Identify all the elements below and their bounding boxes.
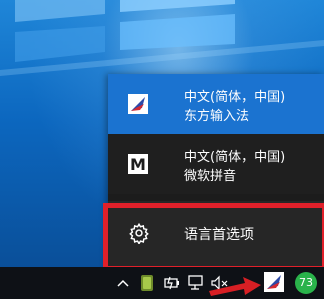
microsoft-ime-glyph: M	[130, 155, 146, 174]
ime-item-dongfang[interactable]: 中文(简体，中国) 东方输入法	[108, 74, 324, 134]
highlight-annotation-box	[103, 203, 324, 271]
network-icon[interactable]	[187, 273, 205, 293]
ime-item-microsoft-label: 中文(简体，中国) 微软拼音	[184, 148, 285, 186]
notification-badge[interactable]: 73	[295, 272, 317, 294]
red-arrow-annotation	[209, 277, 261, 296]
ime-language-name: 中文(简体，中国)	[184, 90, 286, 105]
ime-item-microsoft-pinyin[interactable]: M 中文(简体，中国) 微软拼音	[108, 134, 324, 194]
microsoft-ime-icon: M	[128, 154, 148, 174]
ime-indicator-icon[interactable]	[264, 272, 284, 292]
dongfang-ime-icon	[128, 94, 148, 114]
taskbar	[0, 267, 324, 299]
ime-language-name: 中文(简体，中国)	[184, 150, 286, 165]
ime-method-name: 微软拼音	[184, 169, 237, 184]
app-tray-icon[interactable]	[138, 273, 156, 293]
chevron-up-icon[interactable]	[116, 273, 130, 293]
ime-item-dongfang-label: 中文(简体，中国) 东方输入法	[184, 88, 285, 126]
power-icon[interactable]	[163, 273, 181, 293]
ime-method-name: 东方输入法	[184, 109, 250, 124]
